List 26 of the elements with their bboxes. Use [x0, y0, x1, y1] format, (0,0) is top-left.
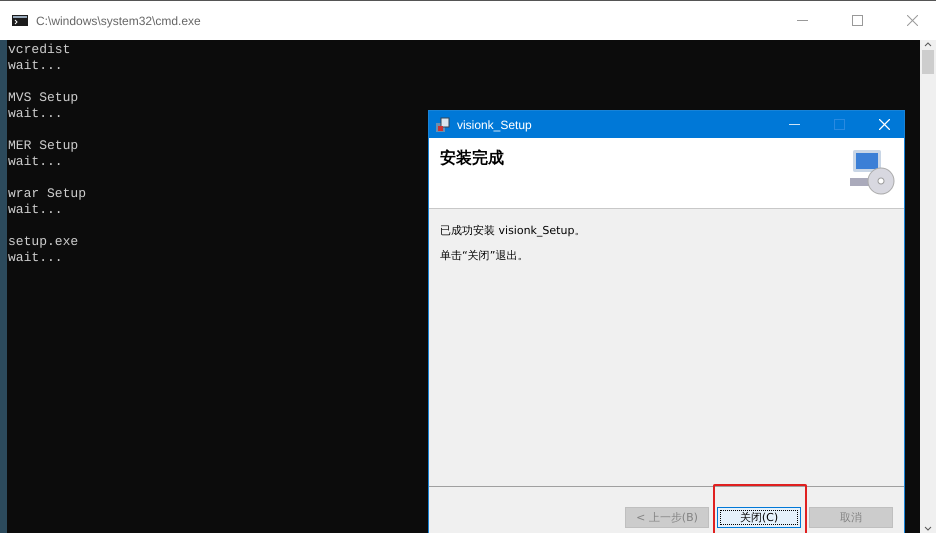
console-line: wait...	[8, 58, 63, 74]
console-line: wait...	[8, 154, 63, 170]
dialog-button[interactable]: 关闭(C)	[717, 507, 801, 528]
console-line: setup.exe	[8, 234, 78, 250]
console-line: vcredist	[8, 42, 70, 58]
computer-disc-icon	[850, 148, 896, 196]
dialog-title: visionk_Setup	[457, 118, 533, 132]
scroll-down-icon[interactable]	[923, 525, 933, 533]
console-line: wait...	[8, 202, 63, 218]
console-icon	[12, 15, 28, 26]
console-line: wrar Setup	[8, 186, 86, 202]
dialog-message: 单击“关闭”退出。	[440, 248, 528, 263]
console-line: wait...	[8, 106, 63, 122]
installer-icon	[435, 116, 451, 132]
scroll-up-icon[interactable]	[923, 40, 933, 48]
console-line: MER Setup	[8, 138, 78, 154]
close-icon[interactable]	[907, 15, 918, 26]
dialog-heading: 安装完成	[440, 148, 504, 169]
window-title: C:\windows\system32\cmd.exe	[36, 14, 202, 28]
scrollbar[interactable]	[920, 40, 936, 533]
dialog-message: 已成功安装 visionk_Setup。	[440, 223, 586, 238]
maximize-icon[interactable]	[852, 15, 863, 26]
scrollbar-thumb[interactable]	[922, 50, 934, 74]
maximize-icon	[834, 119, 845, 130]
console-line: MVS Setup	[8, 90, 78, 106]
console-line: wait...	[8, 250, 63, 266]
